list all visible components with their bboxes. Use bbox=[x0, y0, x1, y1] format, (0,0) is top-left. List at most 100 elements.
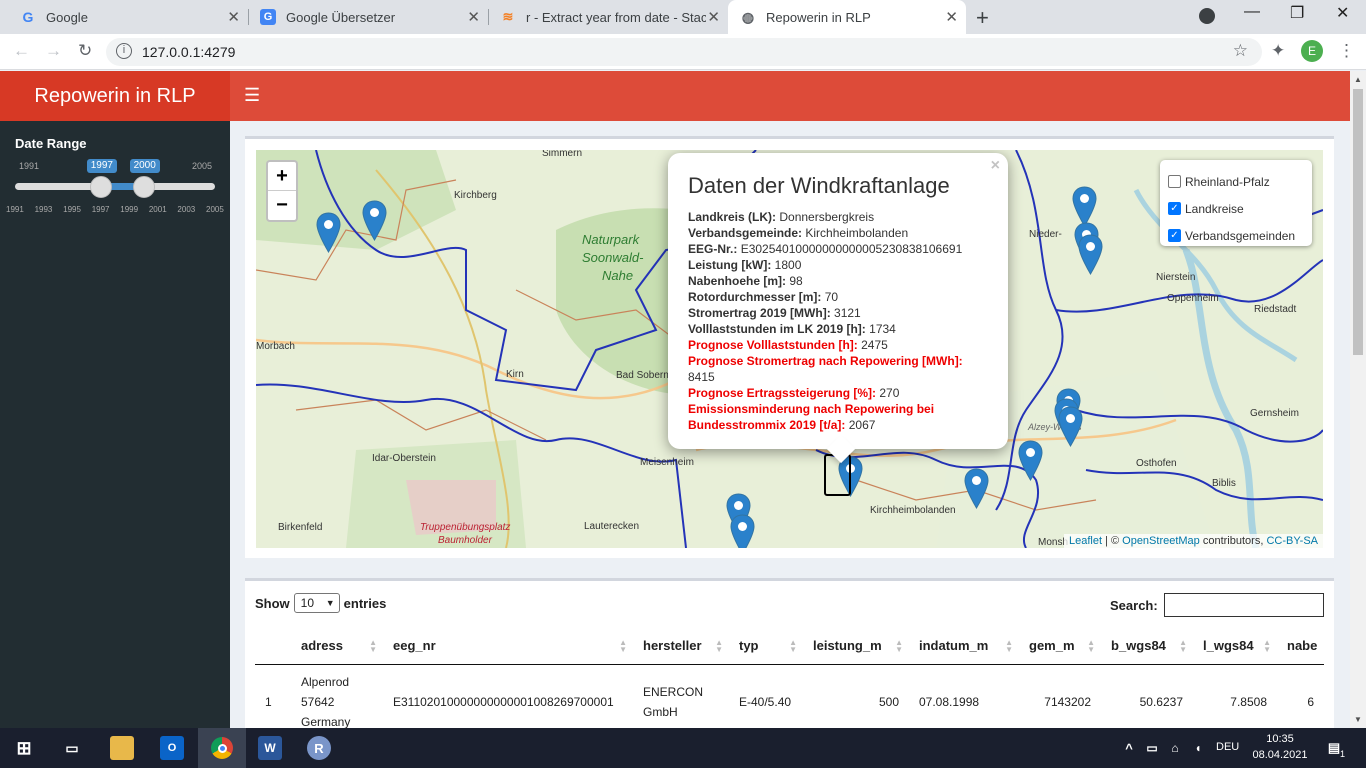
column-header[interactable]: hersteller ▲ ▼ bbox=[633, 627, 729, 665]
sort-icon[interactable]: ▲ ▼ bbox=[789, 639, 797, 654]
battery-icon[interactable]: ▭ bbox=[1140, 736, 1164, 760]
sort-icon[interactable]: ▲ ▼ bbox=[619, 639, 627, 654]
file-explorer-icon[interactable] bbox=[110, 736, 134, 760]
search-input[interactable] bbox=[1163, 593, 1324, 617]
column-header[interactable]: b_wgs84 ▲ ▼ bbox=[1101, 627, 1193, 665]
map-label-kirchberg: Kirchberg bbox=[454, 190, 497, 201]
license-link[interactable]: CC-BY-SA bbox=[1266, 535, 1318, 547]
profile-avatar[interactable]: E bbox=[1301, 40, 1323, 62]
wind-turbine-marker[interactable] bbox=[964, 468, 989, 509]
wind-turbine-marker[interactable] bbox=[1072, 186, 1097, 227]
menu-kebab-icon[interactable]: ⋮ bbox=[1338, 41, 1355, 61]
sort-icon[interactable]: ▲ ▼ bbox=[895, 639, 903, 654]
clock-date[interactable]: 08.04.2021 bbox=[1250, 749, 1310, 761]
network-icon[interactable]: ⌂ bbox=[1163, 736, 1187, 760]
column-header[interactable]: nabe bbox=[1277, 627, 1324, 665]
close-icon[interactable]: ✕ bbox=[707, 8, 720, 26]
column-header[interactable]: gem_m ▲ ▼ bbox=[1019, 627, 1101, 665]
tab-stackoverflow[interactable]: ≋ r - Extract year from date - Stack ✕ bbox=[488, 0, 728, 34]
leaflet-map[interactable]: Simmern Kirchberg Naturpark Soonwald- Na… bbox=[256, 150, 1323, 548]
tab-translate[interactable]: G Google Übersetzer ✕ bbox=[248, 0, 488, 34]
layer-label: Landkreise bbox=[1185, 201, 1244, 216]
column-header[interactable]: leistung_m ▲ ▼ bbox=[803, 627, 909, 665]
wind-turbine-marker[interactable] bbox=[1058, 406, 1083, 447]
zoom-out-button[interactable]: − bbox=[268, 191, 296, 220]
slider-from-handle[interactable] bbox=[89, 176, 112, 198]
popup-row-key: Nabenhoehe [m]: bbox=[688, 274, 787, 288]
sort-icon[interactable]: ▲ ▼ bbox=[369, 639, 377, 654]
wind-turbine-marker[interactable] bbox=[316, 212, 341, 253]
sort-icon[interactable]: ▲ ▼ bbox=[1263, 639, 1271, 654]
reload-icon[interactable]: ↻ bbox=[78, 41, 92, 61]
new-tab-icon[interactable]: + bbox=[976, 5, 989, 31]
chevron-up-icon[interactable]: ^ bbox=[1117, 736, 1141, 760]
checkbox-verbandsgemeinden[interactable]: ✓ bbox=[1168, 229, 1181, 242]
popup-row-value: 2067 bbox=[848, 418, 876, 432]
entries-value: 10 bbox=[300, 596, 315, 610]
tab-repowerin[interactable]: ◍ Repowerin in RLP ✕ bbox=[728, 0, 966, 34]
forward-icon[interactable]: → bbox=[45, 41, 62, 61]
layer-verbandsgemeinden[interactable]: ✓ Verbandsgemeinden bbox=[1168, 222, 1304, 249]
scrollbar-thumb[interactable] bbox=[1353, 89, 1363, 355]
minimize-icon[interactable]: — bbox=[1244, 3, 1260, 21]
leaflet-link[interactable]: Leaflet bbox=[1069, 535, 1102, 547]
scroll-down-icon[interactable]: ▼ bbox=[1354, 715, 1362, 724]
wind-turbine-marker[interactable] bbox=[730, 514, 755, 548]
wind-turbine-marker[interactable] bbox=[362, 200, 387, 241]
back-icon[interactable]: ← bbox=[13, 41, 30, 61]
outlook-icon[interactable]: O bbox=[160, 736, 184, 760]
globe-icon: ◍ bbox=[741, 8, 755, 25]
close-icon[interactable]: ✕ bbox=[945, 8, 958, 26]
r-icon[interactable]: R bbox=[307, 736, 331, 760]
column-header[interactable]: eeg_nr ▲ ▼ bbox=[383, 627, 633, 665]
column-header[interactable]: adress ▲ ▼ bbox=[291, 627, 383, 665]
tab-search-icon[interactable] bbox=[1199, 8, 1215, 24]
word-icon[interactable]: W bbox=[258, 736, 282, 760]
date-range-label: Date Range bbox=[15, 136, 87, 151]
extensions-icon[interactable]: ✦ bbox=[1271, 41, 1285, 61]
slider-tick-label: 1995 bbox=[63, 205, 81, 214]
sidebar-toggle-icon[interactable]: ☰ bbox=[244, 85, 260, 106]
column-header[interactable]: l_wgs84 ▲ ▼ bbox=[1193, 627, 1277, 665]
slider-to-handle[interactable] bbox=[132, 176, 155, 198]
entries-select[interactable]: 10 ▼ bbox=[293, 593, 340, 613]
osm-link[interactable]: OpenStreetMap bbox=[1122, 535, 1200, 547]
checkbox-landkreise[interactable]: ✓ bbox=[1168, 202, 1181, 215]
tab-google[interactable]: G Google ✕ bbox=[8, 0, 248, 34]
sort-icon[interactable]: ▲ ▼ bbox=[1087, 639, 1095, 654]
sort-icon[interactable]: ▲ ▼ bbox=[715, 639, 723, 654]
window-close-icon[interactable]: ✕ bbox=[1336, 3, 1349, 23]
wind-turbine-marker[interactable] bbox=[1018, 440, 1043, 481]
scroll-up-icon[interactable]: ▲ bbox=[1354, 75, 1362, 84]
popup-close-button[interactable]: × bbox=[991, 157, 1000, 175]
close-icon[interactable]: ✕ bbox=[467, 8, 480, 26]
tab-title: Google Übersetzer bbox=[286, 9, 396, 25]
maximize-icon[interactable]: ❐ bbox=[1290, 3, 1304, 23]
google-icon: G bbox=[22, 9, 34, 25]
info-icon[interactable]: i bbox=[116, 43, 132, 59]
date-range-slider[interactable]: 1991 2005 1997 2000 1991 1993 1995 1997 1999… bbox=[6, 159, 224, 219]
column-header[interactable]: typ ▲ ▼ bbox=[729, 627, 803, 665]
chrome-taskbar-button[interactable] bbox=[198, 728, 246, 768]
task-view-icon[interactable]: ▭ bbox=[60, 736, 84, 760]
layer-landkreise[interactable]: ✓ Landkreise bbox=[1168, 195, 1304, 222]
wind-turbine-marker[interactable] bbox=[1078, 234, 1103, 275]
bookmark-star-icon[interactable]: ☆ bbox=[1233, 41, 1248, 61]
page-scrollbar[interactable]: ▲ ▼ bbox=[1350, 71, 1366, 728]
close-icon[interactable]: ✕ bbox=[227, 8, 240, 26]
column-header[interactable]: indatum_m ▲ ▼ bbox=[909, 627, 1019, 665]
volume-icon[interactable]: ◖ bbox=[1186, 736, 1210, 760]
clock-time[interactable]: 10:35 bbox=[1250, 733, 1310, 745]
address-bar[interactable]: i 127.0.0.1:4279 ☆ bbox=[106, 38, 1262, 66]
language-indicator[interactable]: DEU bbox=[1216, 741, 1239, 753]
app-title[interactable]: Repowerin in RLP bbox=[0, 71, 230, 121]
sort-icon[interactable]: ▲ ▼ bbox=[1005, 639, 1013, 654]
checkbox-rheinland-pfalz[interactable] bbox=[1168, 175, 1181, 188]
sort-icon[interactable]: ▲ ▼ bbox=[1179, 639, 1187, 654]
chrome-icon bbox=[211, 737, 233, 759]
popup-row: Landkreis (LK): Donnersbergkreis bbox=[688, 209, 988, 225]
windows-start-icon[interactable]: ⊞ bbox=[12, 736, 36, 760]
layer-rheinland-pfalz[interactable]: Rheinland-Pfalz bbox=[1168, 168, 1304, 195]
popup-row-key: Prognose Ertragssteigerung [%]: bbox=[688, 386, 877, 400]
zoom-in-button[interactable]: + bbox=[268, 162, 296, 191]
